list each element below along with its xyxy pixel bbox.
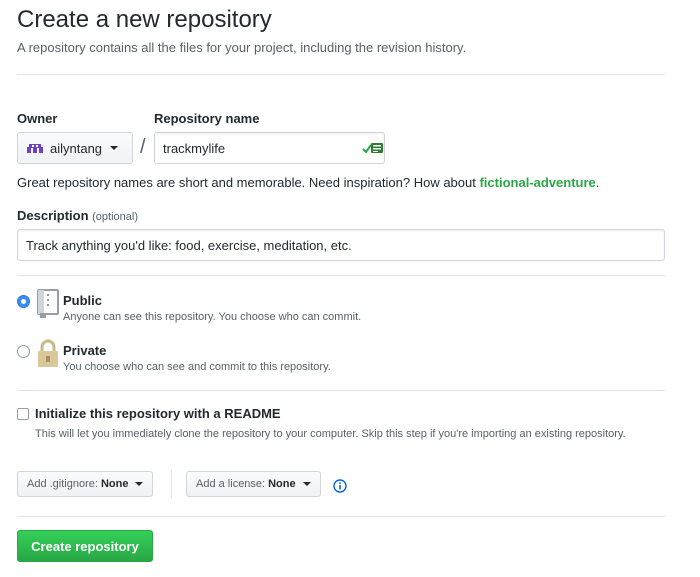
chevron-down-icon [135, 482, 144, 486]
page-subtitle: A repository contains all the files for … [17, 40, 467, 55]
info-icon[interactable] [333, 479, 347, 496]
gitignore-value: None [100, 478, 129, 490]
description-input[interactable]: Track anything you'd like: food, exercis… [17, 229, 665, 261]
readme-title: Initialize this repository with a README [35, 406, 281, 421]
repo-name-hint: Great repository names are short and mem… [17, 175, 599, 190]
gitignore-label: Add .gitignore: [27, 478, 98, 490]
repo-name-label: Repository name [154, 111, 260, 126]
license-value: None [268, 478, 296, 490]
divider [171, 470, 172, 498]
license-select-button[interactable]: Add a license: None [186, 471, 321, 497]
check-icon [362, 141, 384, 158]
public-note: Anyone can see this repository. You choo… [63, 311, 362, 323]
gitignore-select-button[interactable]: Add .gitignore: None [17, 471, 154, 497]
owner-avatar-icon [26, 139, 44, 157]
repo-name-input[interactable]: trackmylife [154, 132, 385, 164]
readme-note: This will let you immediately clone the … [35, 428, 626, 440]
description-label: Description (optional) [17, 208, 138, 223]
divider [17, 275, 665, 276]
owner-name: ailyntang [50, 140, 103, 156]
owner-repo-separator: / [140, 136, 146, 158]
divider [17, 74, 665, 75]
divider [17, 516, 665, 517]
public-title: Public [63, 293, 103, 308]
create-repo-page: Create a new repository A repository con… [0, 0, 700, 577]
private-radio[interactable] [17, 345, 30, 358]
readme-checkbox[interactable] [17, 408, 29, 420]
hint-end: . [595, 175, 600, 190]
private-title: Private [63, 343, 107, 358]
visibility-private-option[interactable]: Private You choose who can see and commi… [17, 339, 331, 373]
description-label-text: Description [17, 208, 89, 223]
divider [17, 390, 665, 391]
public-radio[interactable] [17, 295, 30, 308]
owner-select-button[interactable]: ailyntang [17, 132, 133, 164]
create-repository-button[interactable]: Create repository [17, 530, 153, 562]
lock-icon [36, 339, 60, 369]
visibility-public-option[interactable]: Public Anyone can see this repository. Y… [17, 289, 361, 323]
repo-book-icon [36, 289, 60, 319]
owner-label: Owner [17, 111, 58, 126]
hint-text: Great repository names are short and mem… [17, 175, 480, 190]
name-suggestion-link[interactable]: fictional-adventure [479, 175, 595, 190]
chevron-down-icon [302, 482, 311, 486]
optional-note: (optional) [92, 211, 138, 223]
private-note: You choose who can see and commit to thi… [63, 361, 331, 373]
chevron-down-icon [110, 146, 119, 150]
page-title: Create a new repository [17, 6, 272, 33]
license-label: Add a license: [196, 478, 266, 490]
